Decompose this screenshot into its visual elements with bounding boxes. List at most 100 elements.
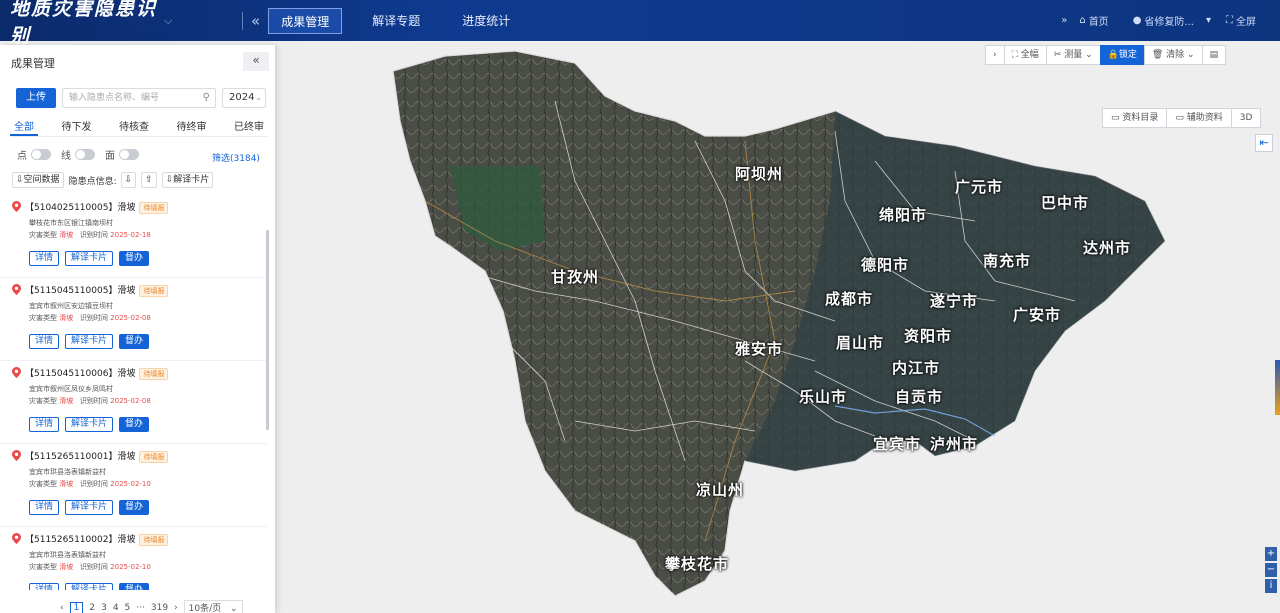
page-size-select[interactable]: 10条/页 ⌄: [183, 600, 243, 613]
page-button[interactable]: 1: [69, 601, 84, 613]
filter-link[interactable]: 筛选(3184): [212, 151, 260, 164]
map-label: 达州市: [1083, 239, 1132, 257]
item-title: 【5115045110005】滑坡 待填报: [25, 283, 169, 297]
page-button[interactable]: 5: [125, 603, 131, 613]
catalog-button[interactable]: ▭ 资料目录: [1102, 108, 1168, 128]
nav-results-management[interactable]: 成果管理: [268, 7, 343, 34]
expand-icon[interactable]: »: [1061, 15, 1067, 26]
zoom-out-button[interactable]: −: [1265, 563, 1277, 577]
list-item[interactable]: 【5115045110006】滑坡 待填报 宜宾市叙州区凤仪乡凤鸣村 灾害类型 滑…: [0, 361, 268, 444]
supervise-button[interactable]: 督办: [119, 251, 150, 266]
tab-to-verify[interactable]: 待核查: [115, 115, 153, 136]
fullscreen-button[interactable]: ⛶ 全屏: [1226, 13, 1268, 28]
detail-button[interactable]: 详情: [29, 334, 60, 349]
map-label: 泸州市: [930, 435, 979, 453]
layers-icon[interactable]: ▤: [1201, 45, 1227, 65]
year-select[interactable]: 2024 ⌄: [222, 88, 266, 108]
supervise-button[interactable]: 督办: [119, 417, 150, 432]
info-button[interactable]: i: [1265, 579, 1277, 593]
tab-to-issue[interactable]: 待下发: [58, 115, 96, 136]
card-export-button[interactable]: ⇩解译卡片: [161, 172, 214, 188]
status-badge: 待填报: [139, 534, 169, 546]
collapse-panel-button[interactable]: «: [243, 52, 269, 71]
toggle-area[interactable]: 面: [105, 147, 139, 162]
map-label: 成都市: [825, 290, 874, 308]
tab-all[interactable]: 全部: [10, 115, 38, 136]
map-label: 自贡市: [895, 388, 944, 406]
hazard-info-label: 隐患点信息:: [68, 176, 117, 187]
detail-button[interactable]: 详情: [29, 417, 60, 432]
next-page-button[interactable]: ›: [174, 603, 178, 613]
toggle-line[interactable]: 线: [61, 147, 95, 162]
chevron-down-icon[interactable]: ⌵: [164, 14, 224, 28]
map-label: 乐山市: [799, 388, 848, 406]
card-button[interactable]: 解译卡片: [65, 417, 114, 432]
measure-button[interactable]: ✂ 测量 ⌄: [1045, 45, 1101, 65]
status-badge: 待填报: [139, 451, 169, 463]
download-icon[interactable]: ⇩: [120, 172, 137, 188]
map-label: 广安市: [1013, 306, 1062, 324]
prev-page-button[interactable]: ‹: [60, 603, 64, 613]
detail-button[interactable]: 详情: [29, 500, 60, 515]
search-input[interactable]: 输入隐患点名称、编号 ⚲: [62, 88, 216, 108]
collapse-right-icon[interactable]: ⇤: [1255, 134, 1273, 152]
card-button[interactable]: 解译卡片: [65, 334, 114, 349]
item-meta: 灾害类型 滑坡 识别时间 2025-02-08: [29, 314, 151, 322]
divider: [242, 11, 243, 30]
map-label: 阿坝州: [735, 165, 784, 183]
nav-interpretation-topic[interactable]: 解译专题: [360, 8, 432, 34]
list-item[interactable]: 【5115265110002】滑坡 待填报 宜宾市珙县洛表镇新益村 灾害类型 滑坡…: [0, 527, 268, 590]
spatial-data-button[interactable]: ⇩空间数据: [12, 172, 64, 188]
page-button[interactable]: 319: [151, 603, 168, 613]
map-label: 南充市: [983, 252, 1032, 270]
detail-button[interactable]: 详情: [29, 583, 60, 590]
home-link[interactable]: ⌂ 首页: [1079, 13, 1120, 28]
lock-button[interactable]: 🔒锁定: [1099, 45, 1145, 65]
scrollbar[interactable]: [266, 230, 269, 430]
map-label: 宜宾市: [873, 435, 922, 453]
switch[interactable]: [75, 149, 95, 160]
detail-button[interactable]: 详情: [29, 251, 60, 266]
upload-icon[interactable]: ⇧: [141, 172, 157, 188]
3d-button[interactable]: 3D: [1230, 108, 1262, 128]
card-button[interactable]: 解译卡片: [65, 500, 114, 515]
tab-to-final-review[interactable]: 待终审: [173, 115, 211, 136]
map-label: 甘孜州: [551, 268, 600, 286]
page-button[interactable]: 3: [101, 603, 107, 613]
status-badge: 待填报: [139, 202, 169, 214]
switch[interactable]: [31, 149, 51, 160]
map-label: 遂宁市: [930, 292, 979, 310]
fullscreen-icon: ⛶: [1226, 15, 1233, 26]
list-item[interactable]: 【5115045110005】滑坡 待填报 宜宾市叙州区安边镇豆坝村 灾害类型 滑…: [0, 278, 268, 361]
ellipsis[interactable]: ···: [136, 603, 145, 613]
upload-button[interactable]: 上传: [16, 88, 56, 108]
map-tools-2: ▭ 资料目录 ▭ 辅助资料 3D: [1102, 108, 1262, 128]
status-badge: 待填报: [139, 285, 169, 297]
supervise-button[interactable]: 督办: [119, 500, 150, 515]
list-item[interactable]: 【5115265110001】滑坡 待填报 宜宾市珙县洛表镇新益村 灾害类型 滑坡…: [0, 444, 268, 527]
page-button[interactable]: 2: [89, 603, 95, 613]
aux-data-button[interactable]: ▭ 辅助资料: [1166, 108, 1232, 128]
page-button[interactable]: 4: [113, 603, 119, 613]
card-button[interactable]: 解译卡片: [65, 251, 114, 266]
supervise-button[interactable]: 督办: [119, 583, 150, 590]
supervise-button[interactable]: 督办: [119, 334, 150, 349]
tab-final-reviewed[interactable]: 已终审: [230, 115, 268, 136]
map-label: 雅安市: [735, 340, 784, 358]
collapse-icon[interactable]: «: [251, 12, 260, 30]
list-item[interactable]: 【5104025110005】滑坡 待填报 攀枝花市东区银江镇南坝村 灾害类型 滑…: [0, 195, 268, 278]
switch[interactable]: [119, 149, 139, 160]
card-button[interactable]: 解译卡片: [65, 583, 114, 590]
expand-toolbar-button[interactable]: ›: [985, 45, 1005, 65]
fit-button[interactable]: ⛶ 全幅: [1003, 45, 1047, 65]
user-menu[interactable]: ● 省修复防... ▾: [1133, 13, 1214, 28]
zoom-in-button[interactable]: +: [1265, 547, 1277, 561]
location-pin-icon: [12, 367, 21, 378]
item-title: 【5104025110005】滑坡 待填报: [25, 200, 169, 214]
clear-button[interactable]: 🗑 清除 ⌄: [1143, 45, 1203, 65]
map-label: 内江市: [892, 359, 941, 377]
nav-progress-stats[interactable]: 进度统计: [450, 8, 522, 34]
toggle-point[interactable]: 点: [17, 147, 51, 162]
item-address: 攀枝花市东区银江镇南坝村: [29, 219, 113, 227]
item-actions: 详情 解译卡片 督办: [29, 251, 155, 266]
